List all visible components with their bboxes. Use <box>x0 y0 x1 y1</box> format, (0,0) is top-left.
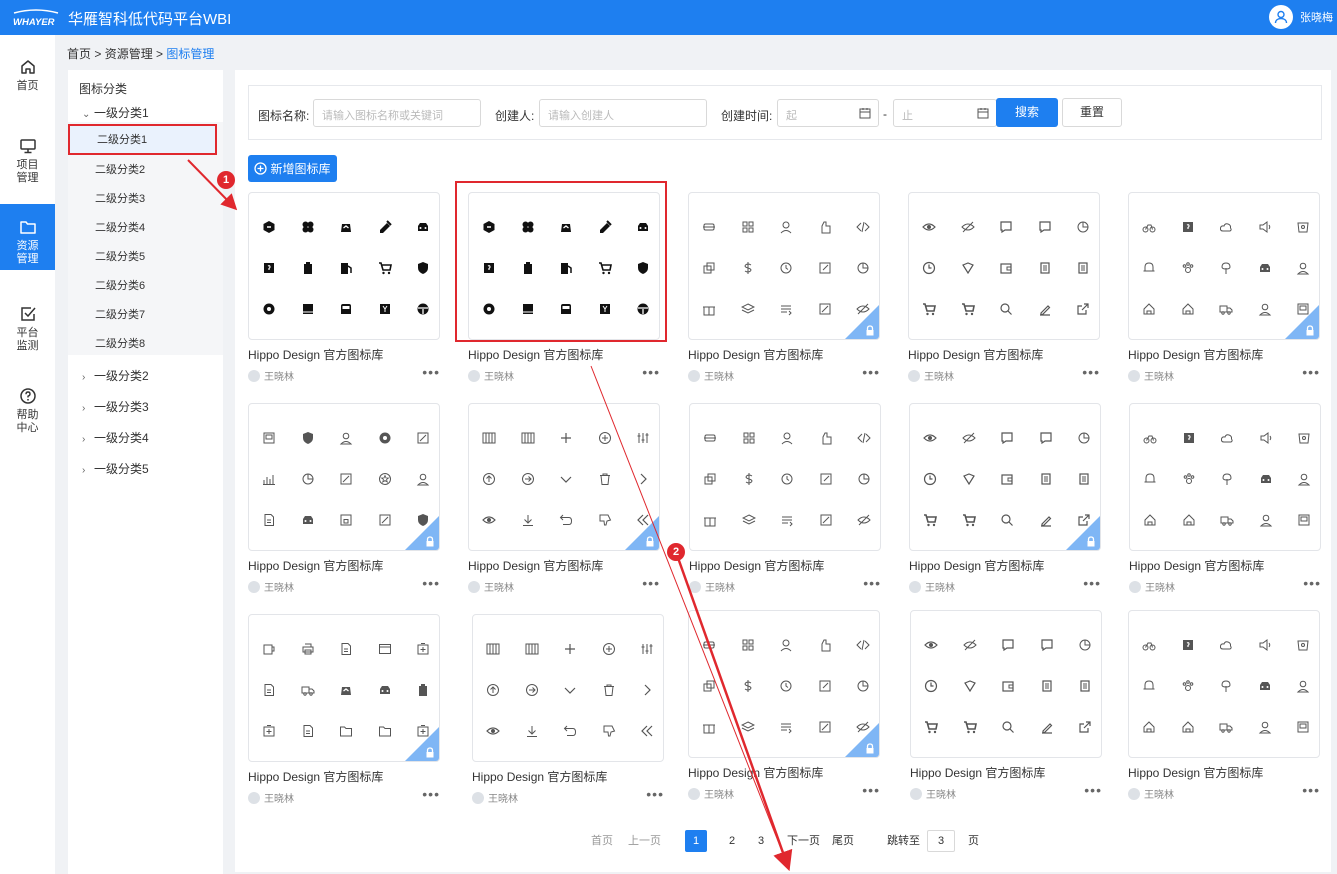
annotation-arrows <box>187 159 793 872</box>
arrow-2 <box>590 365 788 865</box>
annotation-marker-1: 1 <box>217 171 235 189</box>
arrow-2-main <box>675 554 793 872</box>
annotation-marker-2: 2 <box>667 543 685 561</box>
